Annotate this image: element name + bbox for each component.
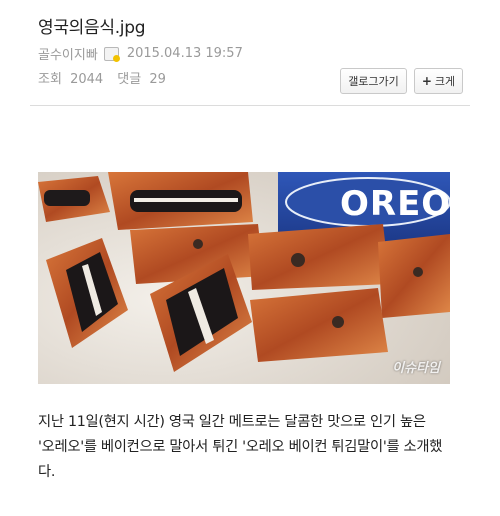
author-name[interactable]: 골수이지빠 [38,44,98,63]
post-body: 지난 11일(현지 시간) 영국 일간 메트로는 달콤한 맛으로 인기 높은 '… [38,410,468,485]
views-count: 2044 [70,72,104,87]
body-line: 다. [38,464,56,480]
body-line: 지난 11일(현지 시간) 영국 일간 메트로는 달콤한 맛으로 인기 높은 [38,414,426,430]
zoom-button[interactable]: + 크게 [414,68,463,94]
views-label: 조회 [38,72,62,87]
image-watermark: 이슈타임 [392,361,440,376]
gallog-button[interactable]: 갤로그가기 [340,68,407,94]
header-divider [30,105,470,106]
oreo-brand-text: OREO [340,184,450,224]
body-line: '오레오'를 베이컨으로 말아서 튀긴 '오레오 베이컨 튀김말이'를 소개했 [38,439,443,455]
post-date: 2015.04.13 19:57 [126,46,243,61]
post-meta: 골수이지빠 2015.04.13 19:57 [38,44,243,63]
comments-count: 29 [149,72,166,87]
gallog-button-label: 갤로그가기 [348,75,399,88]
gallery-level-icon [103,46,120,62]
comments-label: 댓글 [117,72,142,87]
plus-icon: + [421,74,432,88]
post-title: 영국의음식.jpg [38,18,146,38]
post-stats: 조회 2044 댓글 29 [38,68,176,87]
post-image[interactable]: OREO 이슈타임 [38,172,450,384]
zoom-button-label: 크게 [434,75,456,88]
